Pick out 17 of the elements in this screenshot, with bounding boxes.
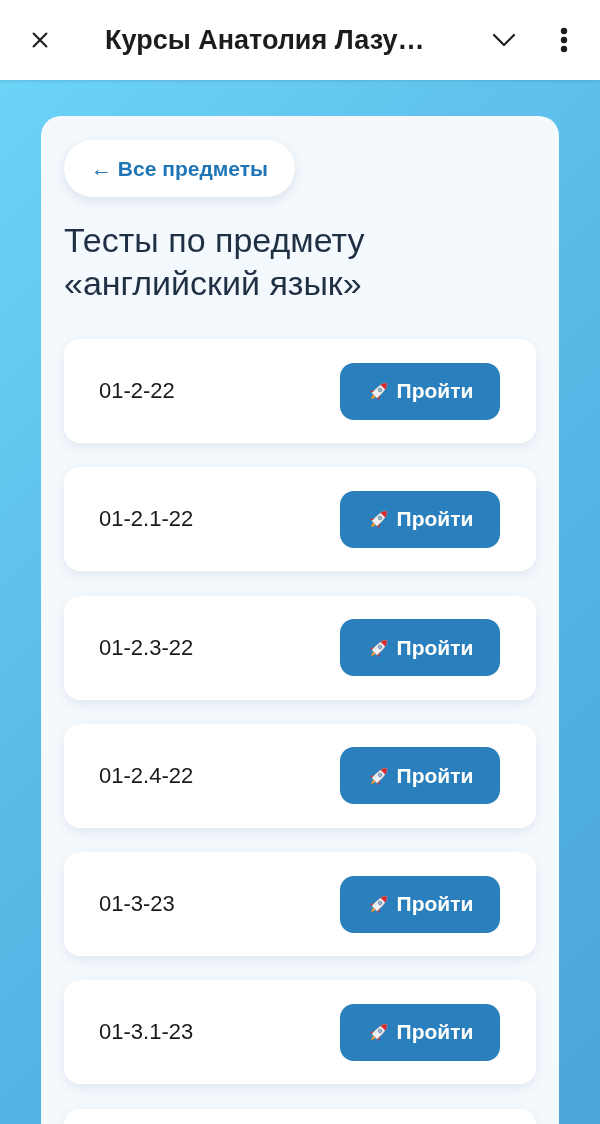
start-button[interactable]: Пройти [340,1004,500,1061]
test-name: 01-2.1-22 [99,506,194,533]
start-button[interactable]: Пройти [340,362,500,420]
chevron-down-icon [492,33,516,47]
test-name: 01-3-23 [99,891,175,918]
page-heading: Тесты по предмету «английский язык» [64,220,366,304]
start-button[interactable]: Пройти [340,747,500,805]
window-title: Курсы Анатолия Лазу… [105,24,425,56]
test-name: 01-2.3-22 [99,634,194,661]
test-name: 01-3.1-23 [99,1019,194,1046]
test-name: 01-2.4-22 [99,762,194,789]
start-button[interactable]: Пройти [340,619,500,677]
test-name: 01-2-22 [99,378,175,404]
start-button[interactable]: Пройти [340,490,500,548]
start-button[interactable]: Пройти [340,875,500,933]
more-vertical-icon [560,27,568,53]
back-link[interactable]: ← Все предметы [64,140,295,197]
